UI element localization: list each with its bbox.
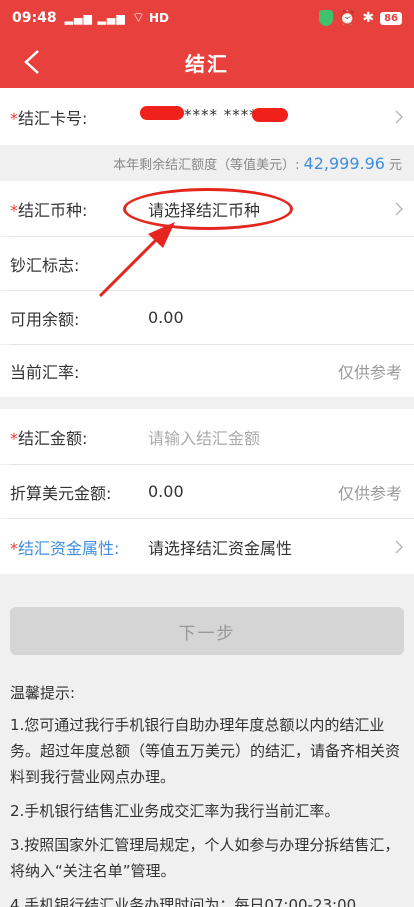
usd-hint: 仅供参考 (337, 483, 402, 503)
quota-unit: 元 (388, 157, 402, 173)
status-bar: 09:48 ▂▄▆ ▂▄▆ ⌔ HD ⏰ ✱ 86 (0, 0, 414, 36)
fund-attribute-row[interactable]: *结汇资金属性: 请选择结汇资金属性 (0, 519, 414, 574)
next-step-button[interactable]: 下一步 (10, 607, 404, 655)
tip-item: 1.您可通过我行手机银行自助办理年度总额以内的结汇业务。超过年度总额（等值五万美… (10, 716, 401, 786)
fund-attribute-select[interactable]: 请选择结汇资金属性 (148, 535, 292, 559)
required-mark: * (10, 538, 18, 558)
rate-hint: 仅供参考 (337, 363, 402, 382)
page-title: 结汇 (185, 51, 229, 76)
status-time: 09:48 (12, 10, 57, 26)
usd-amount-label: 折算美元金额: (10, 483, 112, 503)
amount-label: *结汇金额: (10, 425, 87, 449)
required-mark: * (10, 428, 18, 448)
card-number-value: **** **** (184, 106, 258, 124)
usd-amount-value: 0.00 (148, 482, 184, 501)
exchange-rate-row: 当前汇率: 仅供参考 (0, 345, 414, 397)
quota-value: 42,999.96 (303, 153, 385, 173)
balance-row: 可用余额: 0.00 (0, 291, 414, 344)
tip-item: 3.按照国家外汇管理局规定，个人如参与办理分拆结售汇，将纳入“关注名单”管理。 (10, 836, 400, 880)
chevron-right-icon (395, 109, 404, 124)
usd-amount-row: 折算美元金额: 0.00 仅供参考 (0, 465, 414, 518)
annotation-ellipse (123, 188, 293, 230)
bluetooth-icon: ✱ (362, 10, 375, 26)
chevron-right-icon (395, 201, 404, 216)
cash-flag-row: 钞汇标志: (0, 237, 414, 290)
tip-item: 2.手机银行结售汇业务成交汇率为我行当前汇率。 (10, 802, 340, 820)
required-mark: * (10, 108, 18, 128)
tip-item: 4.手机银行结汇业务办理时间为：每日07:00-23:00 (10, 896, 357, 907)
exchange-rate-label: 当前汇率: (10, 363, 80, 382)
cash-flag-label: 钞汇标志: (10, 255, 80, 275)
tips-title: 温馨提示: (10, 684, 76, 702)
amount-label-text: 结汇金额: (18, 428, 88, 448)
alarm-icon: ⏰ (338, 10, 357, 26)
nav-bar: 结汇 (0, 36, 414, 88)
amount-input[interactable]: 请输入结汇金额 (148, 425, 260, 449)
chevron-right-icon (395, 539, 404, 554)
battery-icon: 86 (380, 11, 402, 25)
shield-icon (318, 10, 333, 26)
card-number-row[interactable]: *结汇卡号: **** **** (0, 88, 414, 145)
hd-label: HD (149, 11, 170, 25)
wifi-icon: ⌔ (131, 10, 146, 26)
tips-section: 温馨提示: 1.您可通过我行手机银行自助办理年度总额以内的结汇业务。超过年度总额… (0, 670, 414, 907)
card-number-label-text: 结汇卡号: (18, 108, 88, 128)
quota-label: 本年剩余结汇额度（等值美元）: (113, 157, 300, 173)
amount-row[interactable]: *结汇金额: 请输入结汇金额 (0, 409, 414, 464)
fund-attribute-label-text: 结汇资金属性: (18, 538, 120, 558)
balance-value: 0.00 (148, 308, 184, 327)
card-number-label: *结汇卡号: (10, 105, 87, 129)
required-mark: * (10, 200, 18, 220)
annual-quota: 本年剩余结汇额度（等值美元）: 42,999.96 元 (0, 145, 414, 181)
currency-label: *结汇币种: (10, 197, 87, 221)
redaction-mark (140, 106, 184, 120)
redaction-mark (252, 108, 288, 122)
back-button[interactable] (14, 44, 50, 80)
balance-label: 可用余额: (10, 309, 80, 329)
fund-attribute-label: *结汇资金属性: (10, 535, 119, 559)
chevron-left-icon (24, 50, 39, 74)
signal-icon: ▂▄▆ ▂▄▆ (64, 11, 126, 25)
currency-label-text: 结汇币种: (18, 200, 88, 220)
